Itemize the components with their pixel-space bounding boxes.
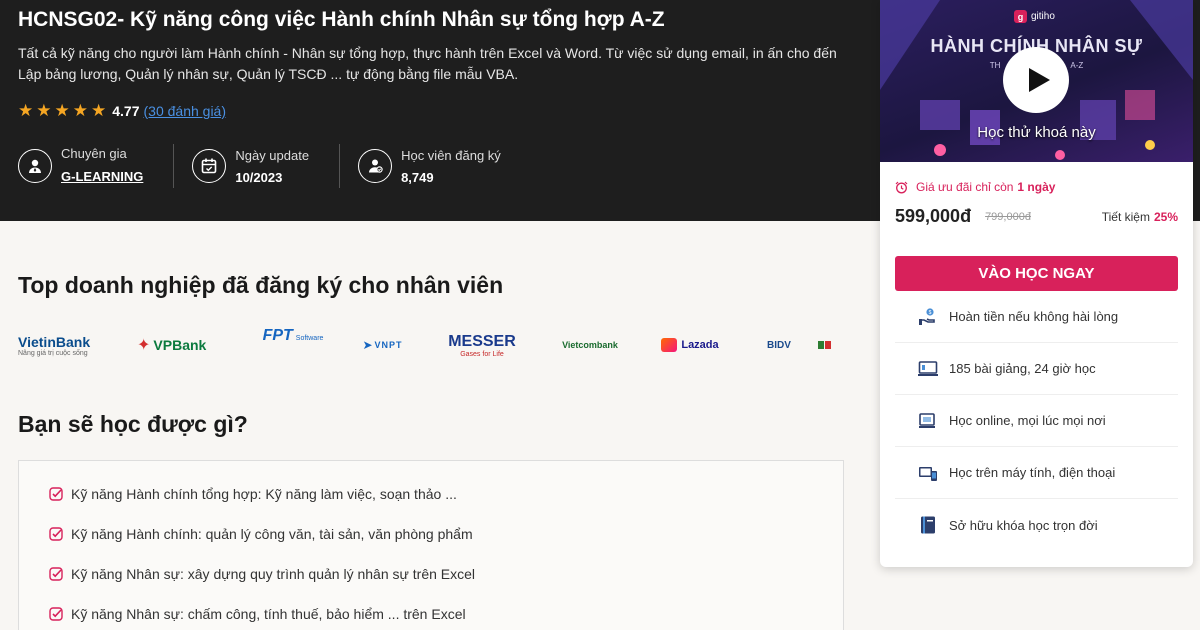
check-icon (49, 487, 63, 501)
lectures-icon (917, 358, 939, 380)
logo-bidv: BIDV (767, 339, 791, 351)
learn-title: Bạn sẽ học được gì? (18, 411, 248, 437)
gitiho-mark-icon: g (1014, 10, 1027, 23)
reviews-link[interactable]: (30 đánh giá) (144, 103, 227, 119)
learn-item: Kỹ năng Nhân sự: chấm công, tính thuế, b… (49, 606, 466, 622)
feature-online: Học online, mọi lúc mọi nơi (895, 395, 1178, 447)
course-rating: ★ ★ ★ ★ ★ 4.77 (30 đánh giá) (18, 101, 226, 121)
original-price: 799,000đ (985, 210, 1031, 223)
meta-update: Ngày update 10/2023 (192, 148, 339, 185)
preview-caption: Học thử khoá này (977, 124, 1096, 141)
meta-divider (339, 144, 341, 188)
meta-students: Học viên đăng ký 8,749 (358, 148, 531, 185)
course-meta: Chuyên gia G-LEARNING Ngày update 10/202… (18, 144, 531, 188)
current-price: 599,000đ (895, 206, 972, 226)
learn-item: Kỹ năng Hành chính: quản lý công văn, tà… (49, 526, 473, 542)
logo-vpbank: ✦ VPBank (137, 337, 207, 354)
play-icon (1028, 68, 1050, 92)
expert-icon (18, 149, 52, 183)
logo-vietinbank: VietinBank Nâng giá trị cuộc sống (18, 333, 91, 357)
meta-expert: Chuyên gia G-LEARNING (18, 146, 173, 186)
lazada-mark-icon (661, 338, 678, 352)
meta-students-label: Học viên đăng ký (401, 147, 501, 163)
meta-divider (173, 144, 175, 188)
students-icon (358, 149, 393, 183)
company-logos: VietinBank Nâng giá trị cuộc sống ✦ VPBa… (18, 327, 848, 363)
logo-vnpt: ➤ VNPT (362, 338, 403, 352)
course-description: Tất cả kỹ năng cho người làm Hành chính … (18, 45, 837, 82)
expert-link[interactable]: G-LEARNING (61, 169, 143, 184)
logo-messer: MESSER Gases for Life (448, 332, 516, 358)
logo-fpt: FPT Software (262, 327, 324, 344)
refund-icon: $ (917, 306, 939, 328)
enroll-button[interactable]: VÀO HỌC NGAY (895, 256, 1178, 291)
discount: Tiết kiệm 25% (1101, 209, 1178, 224)
logo-lazada: Lazada (636, 327, 744, 363)
course-title: HCNSG02- Kỹ năng công việc Hành chính Nh… (18, 8, 665, 31)
learn-list: Kỹ năng Hành chính tổng hợp: Kỹ năng làm… (18, 460, 844, 630)
online-icon (917, 410, 939, 432)
play-button[interactable] (1003, 47, 1069, 113)
companies-title: Top doanh nghiệp đã đăng ký cho nhân viê… (18, 272, 504, 298)
purchase-card: g gitiho HÀNH CHÍNH NHÂN SỰ TH A-Z Học thử… (880, 0, 1193, 567)
star-icon: ★ (18, 101, 34, 120)
star-icon: ★ (72, 101, 88, 120)
meta-expert-label: Chuyên gia (61, 146, 127, 161)
lifetime-icon (917, 514, 939, 536)
calendar-icon (192, 149, 227, 183)
feature-lifetime: Sở hữu khóa học trọn đời (895, 499, 1178, 551)
check-icon (49, 567, 63, 581)
check-icon (49, 607, 63, 621)
learn-item: Kỹ năng Nhân sự: xây dựng quy trình quản… (49, 566, 475, 582)
alarm-clock-icon (895, 181, 908, 193)
price-row: 599,000đ 799,000đ Tiết kiệm 25% (895, 206, 1178, 227)
gitiho-logo: g gitiho (1014, 10, 1055, 23)
vnpt-mark-icon: ➤ (362, 338, 373, 352)
svg-text:$: $ (929, 310, 932, 316)
devices-icon (917, 462, 939, 484)
star-icon: ★ (36, 101, 52, 120)
logo-vietcombank: Vietcombank (562, 340, 618, 350)
check-icon (49, 527, 63, 541)
feature-devices: Học trên máy tính, điện thoại (895, 447, 1178, 499)
course-preview[interactable]: g gitiho HÀNH CHÍNH NHÂN SỰ TH A-Z Học thử… (880, 0, 1193, 162)
star-icon: ★ (91, 101, 107, 120)
meta-students-value: 8,749 (401, 169, 434, 185)
learn-item: Kỹ năng Hành chính tổng hợp: Kỹ năng làm… (49, 486, 457, 502)
star-icon: ★ (54, 101, 70, 120)
feature-lectures: 185 bài giảng, 24 giờ học (895, 343, 1178, 395)
promo-notice: Giá ưu đãi chỉ còn 1 ngày (895, 180, 1055, 194)
meta-update-label: Ngày update (235, 147, 310, 163)
rating-score: 4.77 (112, 103, 140, 119)
vpbank-mark-icon: ✦ (137, 337, 151, 354)
feature-refund: $ Hoàn tiền nếu không hài lòng (895, 291, 1178, 343)
meta-update-value: 10/2023 (235, 169, 283, 185)
logo-partial (814, 327, 834, 363)
